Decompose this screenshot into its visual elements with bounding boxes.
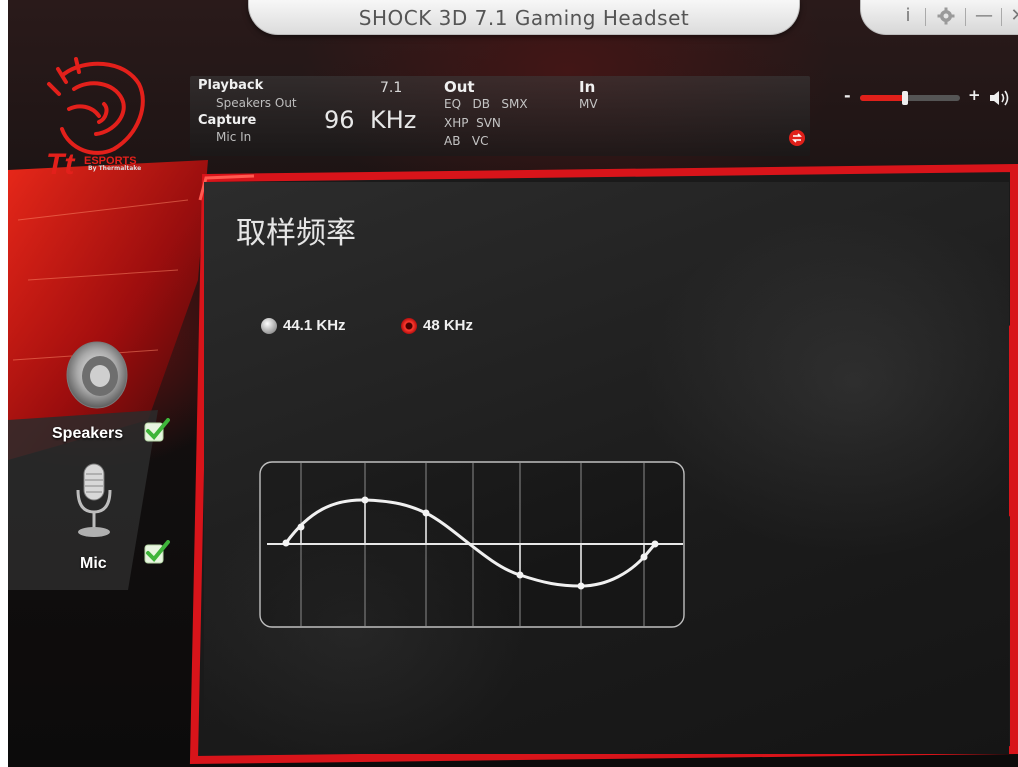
- volume-slider[interactable]: [860, 91, 960, 105]
- speaker-volume-icon[interactable]: [988, 88, 1012, 108]
- sidebar-item-mic[interactable]: Mic: [68, 460, 178, 580]
- sample-rate-value: 96: [324, 106, 355, 134]
- sidebar-item-speakers[interactable]: Speakers: [52, 340, 182, 450]
- capture-device: Mic In: [216, 130, 252, 144]
- brand-subtitle: By Thermaltake: [88, 165, 142, 172]
- radio-indicator-selected: [401, 318, 417, 334]
- title-bar: SHOCK 3D 7.1 Gaming Headset: [248, 0, 800, 35]
- volume-up-button[interactable]: +: [968, 86, 981, 104]
- app-title: SHOCK 3D 7.1 Gaming Headset: [358, 6, 690, 30]
- divider: [1001, 8, 1002, 26]
- divider: [925, 8, 926, 26]
- sine-wave-graph: [259, 461, 685, 628]
- in-label: In: [579, 78, 596, 96]
- volume-control: - +: [844, 86, 1018, 110]
- radio-label: 48 KHz: [423, 317, 474, 334]
- sample-rate-unit: KHz: [370, 106, 417, 134]
- switch-arrows-icon[interactable]: [788, 129, 806, 147]
- radio-label: 44.1 KHz: [283, 317, 346, 334]
- playback-label: Playback: [198, 78, 264, 93]
- volume-slider-handle[interactable]: [902, 91, 908, 105]
- capture-label: Capture: [198, 113, 257, 128]
- app-window: SHOCK 3D 7.1 Gaming Headset i — ✕: [8, 0, 1018, 767]
- minimize-button[interactable]: —: [971, 4, 997, 28]
- svg-text:Tt: Tt: [46, 148, 76, 178]
- volume-level: [860, 95, 905, 101]
- check-icon: [144, 418, 170, 442]
- sidebar-item-label: Mic: [80, 555, 107, 572]
- settings-button[interactable]: [933, 4, 959, 28]
- in-effects-row1: MV: [579, 97, 598, 111]
- radio-indicator: [261, 318, 277, 334]
- volume-down-button[interactable]: -: [844, 86, 851, 105]
- speaker-icon: [66, 341, 128, 409]
- window-controls: i — ✕: [860, 0, 1018, 35]
- out-effects-row3: AB VC: [444, 134, 489, 148]
- channel-mode: 7.1: [380, 80, 403, 96]
- check-icon: [144, 540, 170, 564]
- page-title: 取样频率: [236, 216, 356, 251]
- microphone-icon: [76, 463, 112, 537]
- info-button[interactable]: i: [895, 4, 921, 28]
- brand-wordmark: Tt ESPORTS: [46, 148, 137, 178]
- out-effects-row2: XHP SVN: [444, 116, 501, 130]
- out-label: Out: [444, 78, 475, 96]
- gear-icon: [937, 7, 955, 25]
- out-effects-row1: EQ DB SMX: [444, 97, 528, 111]
- close-button[interactable]: ✕: [1005, 4, 1018, 28]
- sidebar-item-label: Speakers: [52, 425, 124, 442]
- divider: [965, 8, 966, 26]
- playback-device: Speakers Out: [216, 96, 297, 110]
